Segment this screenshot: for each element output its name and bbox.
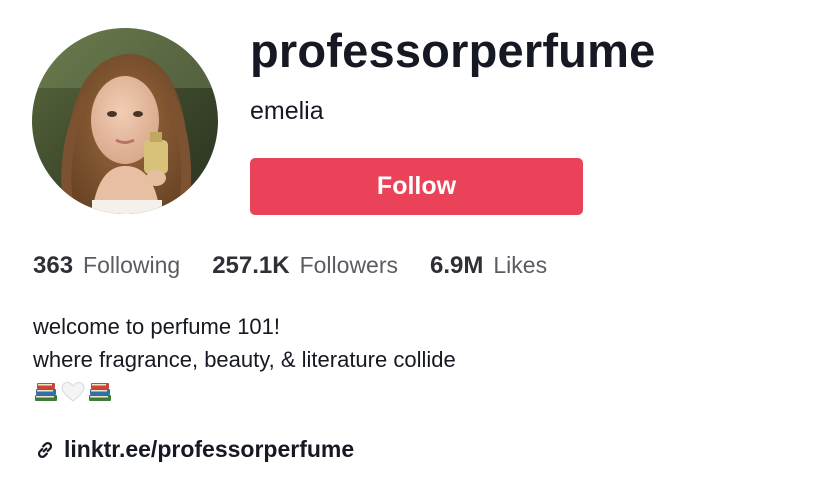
bio-line-2: where fragrance, beauty, & literature co… — [33, 347, 456, 372]
bio: welcome to perfume 101! where fragrance,… — [33, 310, 456, 406]
books-emoji — [35, 383, 57, 401]
link-icon — [37, 441, 53, 458]
following-label: Following — [83, 252, 181, 278]
following-count: 363 — [33, 252, 74, 279]
likes-label: Likes — [493, 252, 548, 278]
link-text: linktr.ee/professorperfume — [64, 436, 355, 462]
followers-stat[interactable]: 257.1K Followers — [212, 252, 398, 280]
username: professorperfume — [250, 24, 656, 77]
books-emoji — [89, 383, 111, 401]
likes-count: 6.9M — [430, 252, 484, 279]
following-stat[interactable]: 363 Following — [33, 252, 180, 280]
followers-label: Followers — [299, 252, 399, 278]
likes-stat: 6.9M Likes — [430, 252, 547, 280]
profile-photo — [32, 28, 218, 214]
bio-emoji-row — [33, 378, 456, 406]
bio-line-1: welcome to perfume 101! — [33, 314, 281, 339]
profile-stats: 363 Following 257.1K Followers 6.9M Like… — [33, 252, 547, 286]
avatar[interactable] — [32, 28, 218, 214]
followers-count: 257.1K — [212, 252, 290, 279]
follow-button[interactable]: Follow — [250, 158, 583, 215]
white-heart-emoji — [61, 381, 85, 402]
nickname: emelia — [250, 97, 324, 125]
profile-link[interactable]: linktr.ee/professorperfume — [34, 436, 354, 463]
